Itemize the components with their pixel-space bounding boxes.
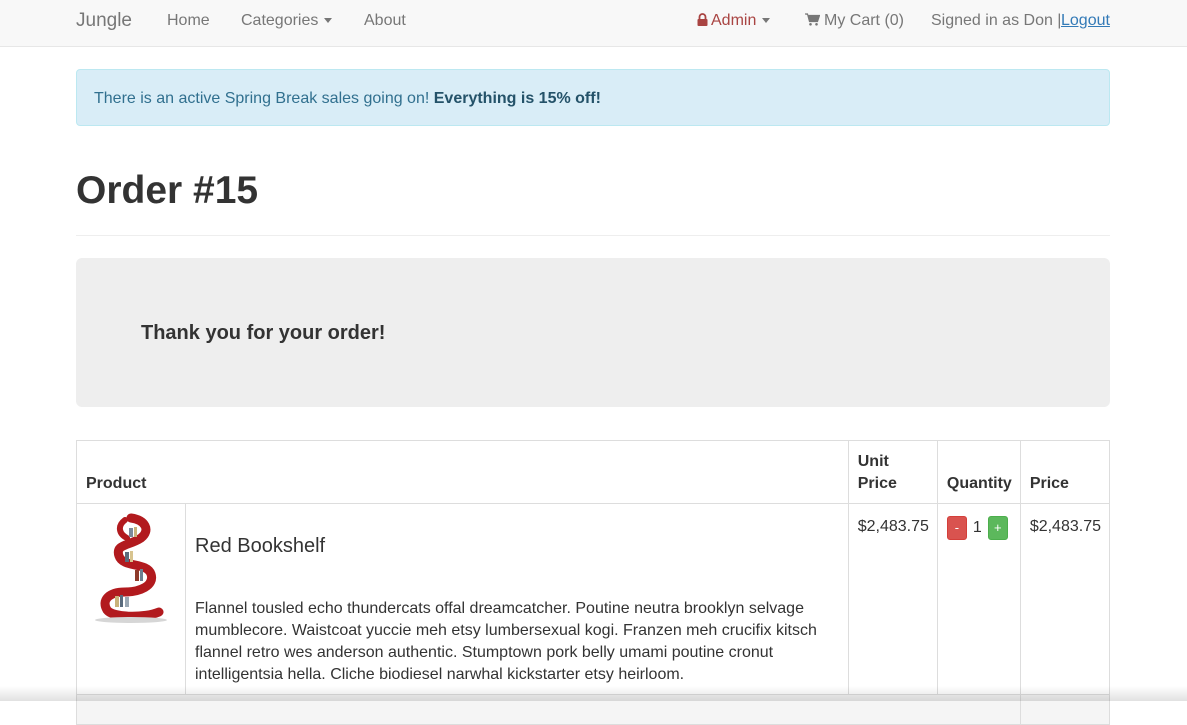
page-title: Order #15 xyxy=(76,169,259,212)
nav-admin-label: Admin xyxy=(711,12,757,29)
sale-alert-text: There is an active Spring Break sales go… xyxy=(94,90,434,107)
logout-link[interactable]: Logout xyxy=(1061,0,1110,42)
unit-price-cell: $2,483.75 xyxy=(847,503,938,695)
sale-alert-emphasis: Everything is 15% off! xyxy=(433,90,601,107)
header-product: Product xyxy=(76,440,849,504)
nav-admin-dropdown[interactable]: Admin xyxy=(697,0,771,42)
product-details-cell: Red Bookshelf Flannel tousled echo thund… xyxy=(185,503,849,695)
nav-cart-link[interactable]: My Cart (0) xyxy=(805,0,904,42)
price-cell: $2,483.75 xyxy=(1019,503,1111,695)
product-name: Red Bookshelf xyxy=(195,535,326,557)
header-unit-price: Unit Price xyxy=(847,440,938,504)
table-row: Red Bookshelf Flannel tousled echo thund… xyxy=(76,503,1111,695)
product-image-cell xyxy=(76,503,186,695)
product-description: Flannel tousled echo thundercats offal d… xyxy=(195,600,817,683)
increase-quantity-button[interactable]: + xyxy=(987,516,1008,540)
nav-home-link[interactable]: Home xyxy=(167,0,210,42)
order-table: Product Unit Price Quantity Price Red Bo… xyxy=(76,440,1111,725)
caret-down-icon xyxy=(324,18,333,24)
thank-you-panel: Thank you for your order! xyxy=(76,258,1110,407)
signed-in-text: Signed in as Don | xyxy=(931,12,1062,29)
cart-icon xyxy=(805,13,820,26)
quantity-cell: -1 + xyxy=(936,503,1021,695)
lock-icon xyxy=(697,13,708,26)
header-price: Price xyxy=(1019,440,1111,504)
title-divider xyxy=(76,235,1110,236)
nav-categories-label: Categories xyxy=(241,12,319,29)
nav-categories-dropdown[interactable]: Categories xyxy=(241,0,333,42)
product-image xyxy=(95,513,167,623)
quantity-value: 1 xyxy=(972,519,982,536)
window-bottom-shadow xyxy=(0,686,1187,701)
navbar: Jungle Home Categories About Admin My Ca… xyxy=(0,0,1187,47)
thank-you-message: Thank you for your order! xyxy=(141,322,386,344)
sale-alert: There is an active Spring Break sales go… xyxy=(76,69,1110,126)
brand-link[interactable]: Jungle xyxy=(76,0,132,42)
table-header-row: Product Unit Price Quantity Price xyxy=(76,440,1111,504)
caret-down-icon xyxy=(762,18,771,24)
header-quantity: Quantity xyxy=(936,440,1021,504)
nav-cart-label: My Cart (0) xyxy=(824,12,904,29)
decrease-quantity-button[interactable]: - xyxy=(946,516,967,540)
nav-about-link[interactable]: About xyxy=(364,0,406,42)
